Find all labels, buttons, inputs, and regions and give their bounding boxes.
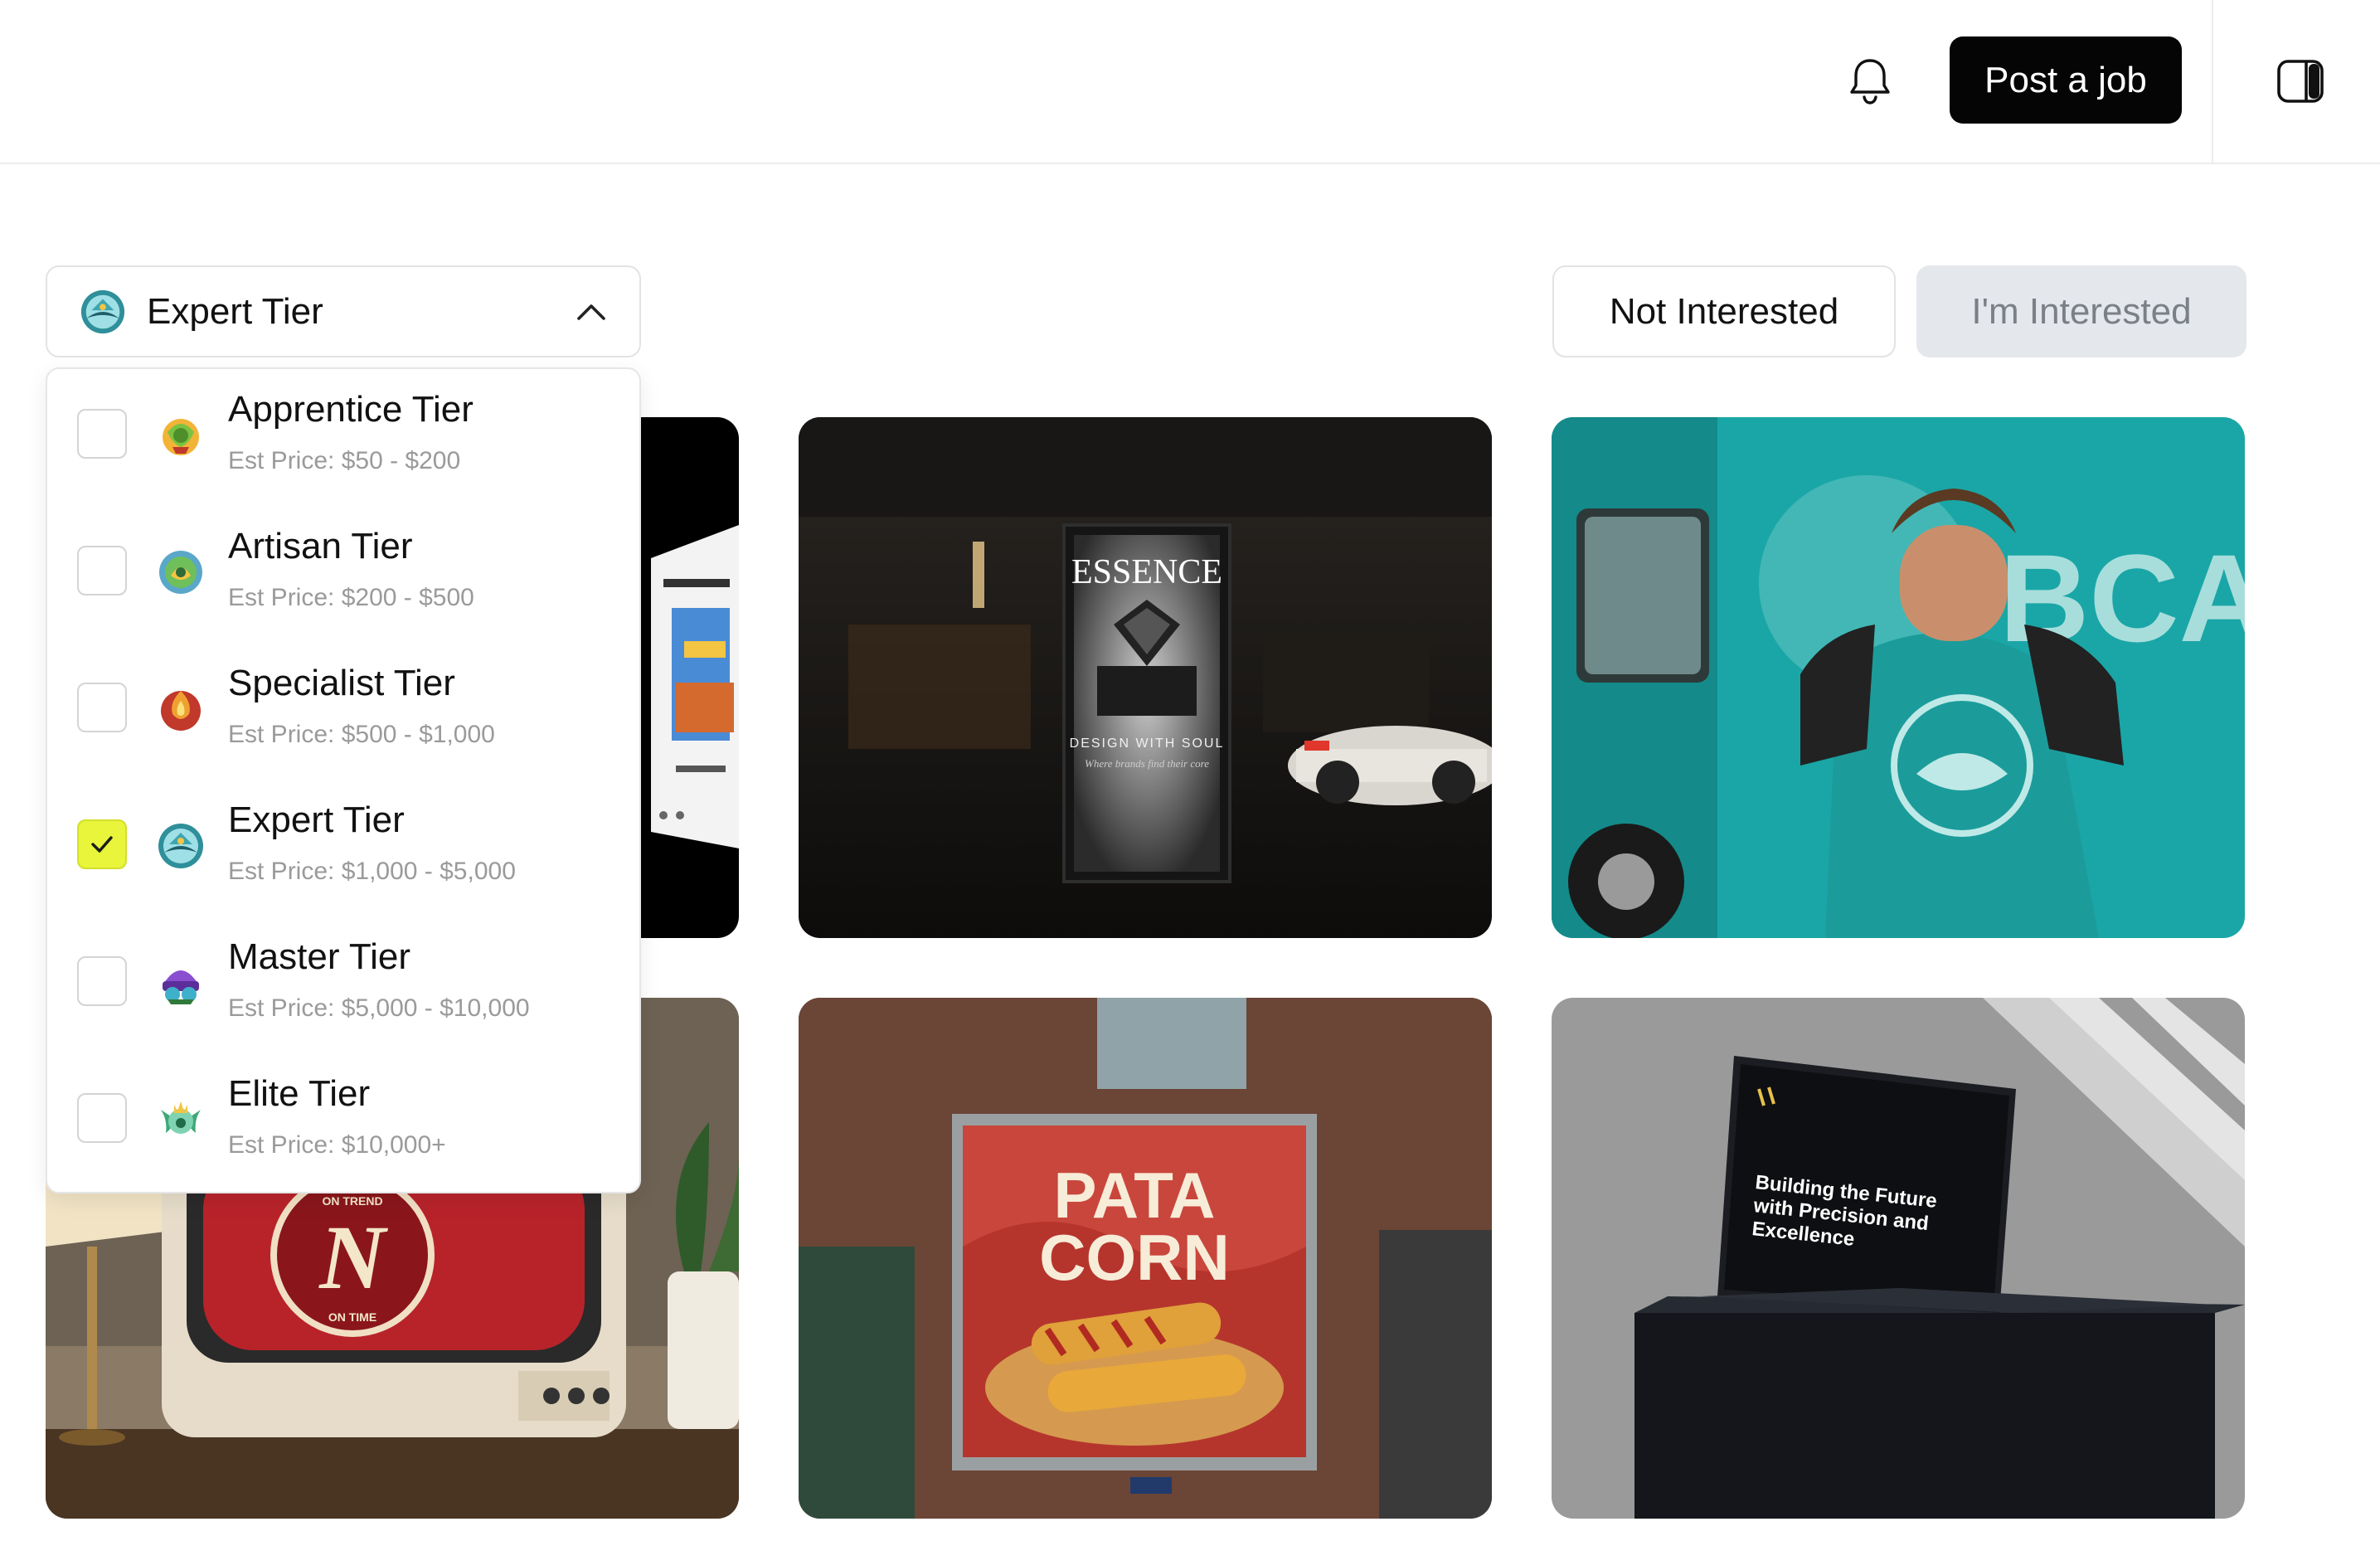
apprentice-tier-badge-icon xyxy=(163,419,199,455)
post-job-button[interactable]: Post a job xyxy=(1950,36,2182,124)
portfolio-card-essence-poster[interactable]: ESSENCE DESIGN WITH SOUL Where brands fi… xyxy=(799,417,1492,938)
expert-tier-badge-icon xyxy=(158,824,203,868)
bca-truck-image: BCA xyxy=(1552,417,2245,938)
tier-option-name: Artisan Tier xyxy=(228,526,413,566)
essence-tagline: DESIGN WITH SOUL xyxy=(1070,736,1225,751)
tier-option-name: Apprentice Tier xyxy=(228,389,474,430)
tier-option-price: Est Price: $50 - $200 xyxy=(228,447,461,474)
tier-option-name: Specialist Tier xyxy=(228,663,455,703)
essence-subtitle: Where brands find their core xyxy=(1085,757,1209,770)
tier-option-price: Est Price: $10,000+ xyxy=(228,1131,446,1159)
pata-corn-billboard-image: PATA CORN xyxy=(799,998,1492,1519)
tier-checkbox[interactable] xyxy=(77,409,127,459)
tier-checkbox[interactable] xyxy=(77,956,127,1006)
essence-poster-image: ESSENCE DESIGN WITH SOUL Where brands fi… xyxy=(799,417,1492,938)
tier-checkbox[interactable] xyxy=(77,683,127,732)
elite-tier-badge-icon xyxy=(161,1101,201,1134)
tv-badge-bottom: ON TIME xyxy=(328,1310,376,1324)
tier-option-price: Est Price: $500 - $1,000 xyxy=(228,721,495,748)
tier-option-name: Master Tier xyxy=(228,936,411,977)
tier-checkbox[interactable] xyxy=(77,1093,127,1143)
billboard-line-2: CORN xyxy=(1039,1221,1230,1294)
tier-filter-dropdown[interactable]: Expert Tier xyxy=(46,265,641,357)
svg-text:N: N xyxy=(318,1207,388,1308)
specialist-tier-badge-icon xyxy=(161,691,201,731)
bell-icon[interactable] xyxy=(1846,55,1894,106)
expert-tier-badge-icon xyxy=(80,289,125,333)
interested-button[interactable]: I'm Interested xyxy=(1916,265,2246,357)
master-tier-badge-icon xyxy=(163,970,199,1004)
top-bar: Post a job xyxy=(0,0,2380,164)
tier-option-master[interactable]: Master Tier Est Price: $5,000 - $10,000 xyxy=(47,916,639,1053)
tier-checkbox-checked[interactable] xyxy=(77,819,127,869)
chevron-up-icon xyxy=(577,304,605,320)
portfolio-card-bca-truck[interactable]: BCA xyxy=(1552,417,2245,938)
tier-option-expert[interactable]: Expert Tier Est Price: $1,000 - $5,000 xyxy=(47,780,639,916)
sidebar-panel-icon[interactable] xyxy=(2274,55,2327,108)
tier-option-price: Est Price: $1,000 - $5,000 xyxy=(228,858,516,885)
tv-badge-top: ON TREND xyxy=(322,1194,382,1208)
portfolio-card-pata-corn-billboard[interactable]: PATA CORN xyxy=(799,998,1492,1519)
tier-option-name: Elite Tier xyxy=(228,1073,371,1114)
tier-option-elite[interactable]: Elite Tier Est Price: $10,000+ xyxy=(47,1053,639,1190)
tier-option-specialist[interactable]: Specialist Tier Est Price: $500 - $1,000 xyxy=(47,643,639,780)
tier-option-apprentice[interactable]: Apprentice Tier Est Price: $50 - $200 xyxy=(47,369,639,506)
portfolio-card-laptop-mockup[interactable]: Building the Future with Precision and E… xyxy=(1552,998,2245,1519)
essence-title: ESSENCE xyxy=(1071,553,1222,591)
tier-option-artisan[interactable]: Artisan Tier Est Price: $200 - $500 xyxy=(47,506,639,643)
laptop-mockup-image: Building the Future with Precision and E… xyxy=(1552,998,2245,1519)
tier-option-name: Expert Tier xyxy=(228,800,405,840)
tier-option-price: Est Price: $5,000 - $10,000 xyxy=(228,994,530,1022)
tier-filter-menu: Apprentice Tier Est Price: $50 - $200 Ar… xyxy=(46,367,641,1193)
checkmark-icon xyxy=(91,836,113,853)
not-interested-button[interactable]: Not Interested xyxy=(1552,265,1896,357)
tier-option-price: Est Price: $200 - $500 xyxy=(228,584,474,611)
artisan-tier-badge-icon xyxy=(159,551,202,594)
tier-filter-selected-label: Expert Tier xyxy=(147,290,323,332)
tier-checkbox[interactable] xyxy=(77,546,127,595)
topbar-divider xyxy=(2212,0,2213,164)
